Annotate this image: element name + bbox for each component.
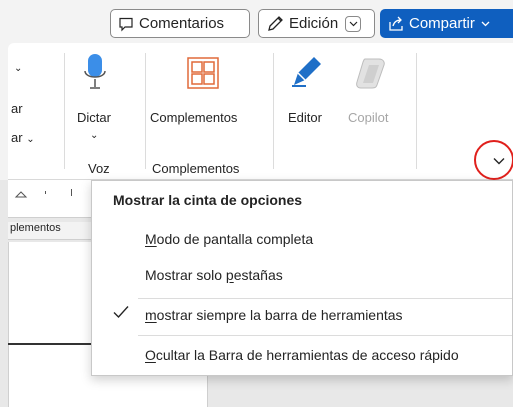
ribbon-display-options-menu: Mostrar la cinta de opciones Modo de pan… xyxy=(91,180,513,376)
editor-label: Editor xyxy=(288,110,322,125)
chevron-down-icon xyxy=(481,21,490,27)
microphone-icon xyxy=(84,53,106,96)
pen-icon xyxy=(266,15,284,33)
comments-button[interactable]: Comentarios xyxy=(110,9,250,38)
copilot-icon xyxy=(355,57,389,94)
menu-item-full-screen-mode[interactable]: Modo de pantalla completa xyxy=(92,223,512,255)
addins-label: Complementos xyxy=(150,110,238,125)
group-label-voice: Voz xyxy=(88,161,110,176)
addins-button[interactable]: Complementos xyxy=(150,49,262,149)
menu-item-label: Ocultar la Barra de herramientas de acce… xyxy=(145,347,459,363)
ribbon-separator xyxy=(273,53,274,169)
title-bar: Comentarios Edición Compartir xyxy=(0,0,513,43)
menu-item-always-show-ribbon[interactable]: mostrar siempre la barra de herramientas xyxy=(92,299,512,331)
ribbon-separator xyxy=(416,53,417,169)
menu-item-show-tabs-only[interactable]: Mostrar solo pestañas xyxy=(92,259,512,291)
editor-pen-icon xyxy=(290,55,324,94)
editing-mode-button[interactable]: Edición xyxy=(258,9,375,38)
share-label: Compartir xyxy=(409,15,475,32)
copilot-button[interactable]: Copilot xyxy=(348,49,398,149)
checkmark-icon xyxy=(113,305,129,322)
dictate-button[interactable]: Dictar ⌄ xyxy=(68,49,120,149)
share-button[interactable]: Compartir xyxy=(380,9,513,38)
ribbon-separator xyxy=(145,53,146,169)
group-label-addins: Complementos xyxy=(152,161,240,176)
menu-item-label: Mostrar solo pestañas xyxy=(145,267,283,283)
menu-separator xyxy=(138,335,512,336)
dictate-label: Dictar xyxy=(77,110,111,125)
addins-grid-icon xyxy=(187,57,219,94)
ribbon-separator xyxy=(64,53,65,169)
menu-item-label: Modo de pantalla completa xyxy=(145,231,314,247)
editing-label: Edición xyxy=(289,15,339,32)
ruler xyxy=(8,180,92,218)
highlight-circle xyxy=(474,140,513,180)
chevron-down-icon[interactable]: ⌄ xyxy=(14,63,22,74)
partial-ribbon-label[interactable]: ar ⌄ xyxy=(11,130,35,145)
copilot-label: Copilot xyxy=(348,110,389,125)
ribbon: ⌄ ar ar ⌄ Dictar ⌄ Voz Complementos Comp… xyxy=(8,43,513,180)
partial-ribbon-label[interactable]: ar xyxy=(11,101,23,116)
comments-label: Comentarios xyxy=(139,15,225,32)
menu-title: Mostrar la cinta de opciones xyxy=(113,192,303,208)
ruler-label: plementos xyxy=(8,222,92,240)
chevron-down-icon[interactable] xyxy=(345,15,362,32)
menu-item-hide-quick-access-toolbar[interactable]: Ocultar la Barra de herramientas de acce… xyxy=(92,339,512,371)
editor-button[interactable]: Editor xyxy=(284,49,334,149)
comment-icon xyxy=(118,16,134,32)
menu-item-label: mostrar siempre la barra de herramientas xyxy=(145,307,403,323)
table-border-line xyxy=(8,343,92,345)
share-icon xyxy=(388,16,404,32)
chevron-down-icon: ⌄ xyxy=(90,130,99,141)
